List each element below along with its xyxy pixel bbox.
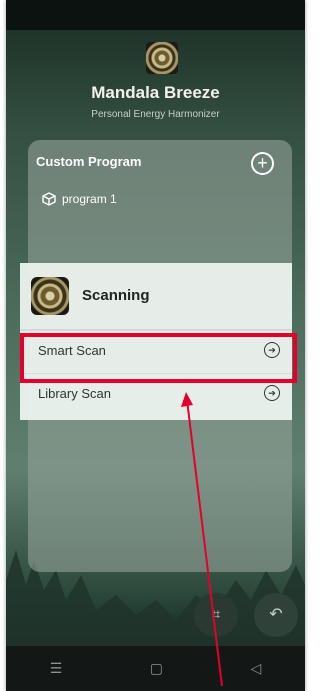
system-nav-bar: ☰ ▢ ◁: [6, 646, 305, 691]
library-scan-label: Library Scan: [38, 386, 111, 401]
arrow-right-circle-icon: ➔: [264, 385, 280, 401]
program-list-item[interactable]: program 1: [42, 192, 117, 206]
back-icon[interactable]: ◁: [250, 660, 261, 677]
undo-arrow-icon: ↶: [269, 606, 283, 623]
app-logo: [146, 42, 178, 74]
scan-icon: ⌗: [211, 606, 221, 623]
app-subtitle: Personal Energy Harmonizer: [91, 109, 220, 120]
mandala-icon: [31, 277, 69, 315]
custom-program-header: Custom Program: [36, 154, 142, 169]
cube-icon: [42, 192, 56, 206]
plus-circle-icon: +: [257, 153, 268, 173]
app-title: Mandala Breeze: [91, 83, 220, 102]
annotation-highlight-box: [20, 333, 297, 383]
program-label: program 1: [62, 192, 117, 206]
scan-fab-button[interactable]: ⌗: [194, 593, 238, 637]
scanning-dialog-title: Scanning: [82, 287, 150, 304]
home-icon[interactable]: ▢: [150, 660, 163, 677]
status-bar: [6, 0, 305, 30]
back-fab-button[interactable]: ↶: [254, 593, 298, 637]
recent-apps-icon[interactable]: ☰: [50, 660, 63, 677]
add-program-button[interactable]: +: [251, 152, 274, 175]
scanning-dialog-header: Scanning: [20, 263, 292, 330]
